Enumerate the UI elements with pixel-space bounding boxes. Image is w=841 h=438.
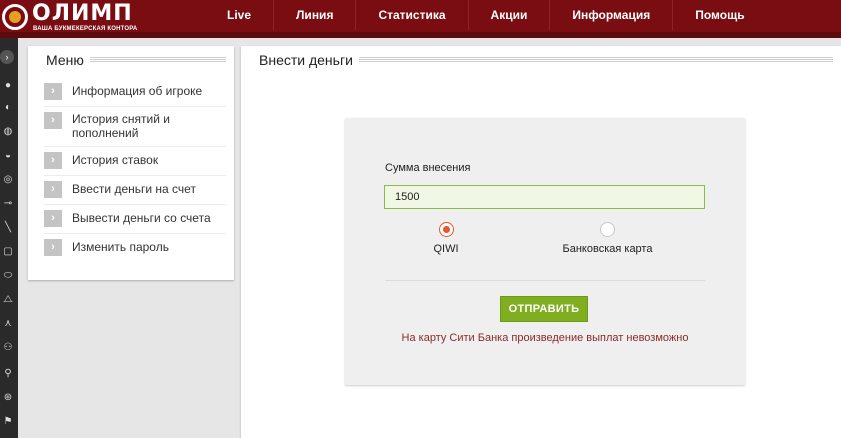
menu-item-deposit[interactable]: › Ввести деньги на счет — [44, 176, 226, 205]
payment-method-label: Банковская карта — [562, 243, 653, 255]
deposit-header: Внести деньги — [241, 46, 841, 74]
sport-sidebar: › ● ◐ ◍ ◒ ◎ ⊸ ╲ ▢ ⬭ ⧍ ⋏ ⚇ ⚲ ⊛ ⚑ — [0, 38, 18, 438]
payment-method-qiwi[interactable]: QIWI — [431, 222, 461, 255]
menu-item-label: Изменить пароль — [72, 240, 169, 254]
header-strip — [0, 32, 841, 38]
hockey-icon[interactable]: ◎ — [1, 172, 15, 186]
chevron-right-icon: › — [44, 83, 62, 100]
nav-promotions[interactable]: Акции — [467, 0, 550, 30]
rugby-icon[interactable]: ⬭ — [1, 268, 15, 282]
football-icon[interactable]: ● — [1, 78, 15, 92]
nav-line[interactable]: Линия — [273, 0, 355, 30]
deposit-form: Сумма внесения QIWI Банковская карта ОТП… — [345, 118, 745, 385]
deposit-panel: Внести деньги Сумма внесения QIWI Банков… — [241, 46, 841, 438]
tennis-icon[interactable]: ◍ — [1, 124, 15, 138]
menu-item-label: Вывести деньги со счета — [72, 211, 211, 225]
menu-item-withdraw[interactable]: › Вывести деньги со счета — [44, 205, 226, 234]
nav-help[interactable]: Помощь — [672, 0, 766, 30]
nav-statistics[interactable]: Статистика — [355, 0, 467, 30]
menu-header: Меню — [28, 46, 234, 74]
basketball-icon[interactable]: ◐ — [1, 100, 15, 114]
amount-label: Сумма внесения — [385, 162, 471, 174]
running-icon[interactable]: ⚲ — [1, 366, 15, 380]
menu-item-transaction-history[interactable]: › История снятий и пополнений — [44, 107, 226, 147]
nav-information[interactable]: Информация — [549, 0, 672, 30]
menu-item-change-password[interactable]: › Изменить пароль — [44, 234, 226, 262]
payout-notice: На карту Сити Банка произведение выплат … — [401, 332, 689, 344]
chevron-right-icon: › — [44, 239, 62, 256]
chevron-right-icon[interactable]: › — [0, 50, 14, 64]
main-nav: Live Линия Статистика Акции Информация П… — [205, 0, 767, 30]
chevron-right-icon: › — [44, 181, 62, 198]
payment-method-bank-card[interactable]: Банковская карта — [555, 222, 660, 255]
title-divider — [358, 57, 833, 63]
nav-live[interactable]: Live — [205, 0, 273, 30]
menu-item-label: История ставок — [72, 153, 159, 167]
olimp-logo-icon — [2, 4, 28, 30]
amount-input[interactable] — [384, 185, 705, 209]
menu-item-label: История снятий и пополнений — [72, 112, 170, 140]
menu-list: › Информация об игроке › История снятий … — [44, 78, 226, 262]
menu-item-label: Ввести деньги на счет — [72, 182, 196, 196]
volleyball-icon[interactable]: ◒ — [1, 148, 15, 162]
boxing-icon[interactable]: ▢ — [1, 244, 15, 258]
logo-text: ОЛИМП — [32, 1, 133, 26]
title-divider — [89, 57, 226, 63]
radio-bank-card[interactable] — [600, 222, 615, 237]
golf-icon[interactable]: ⚑ — [1, 414, 15, 428]
menu-item-label: Информация об игроке — [72, 84, 203, 98]
chevron-right-icon: › — [44, 112, 62, 129]
menu-item-player-info[interactable]: › Информация об игроке — [44, 78, 226, 107]
cycling-icon[interactable]: ⚇ — [1, 340, 15, 354]
submit-button[interactable]: ОТПРАВИТЬ — [500, 296, 588, 322]
menu-item-bet-history[interactable]: › История ставок — [44, 147, 226, 176]
handball-icon[interactable]: ╲ — [1, 220, 15, 234]
baseball-icon[interactable]: ⊸ — [1, 196, 15, 210]
top-header: ОЛИМП ВАША БУКМЕКЕРСКАЯ КОНТОРА Live Лин… — [0, 0, 841, 38]
account-menu-panel: Меню › Информация об игроке › История сн… — [28, 46, 234, 280]
skiing-icon[interactable]: ⋏ — [1, 316, 15, 330]
menu-title: Меню — [28, 52, 90, 68]
billiards-icon[interactable]: ⧍ — [1, 292, 15, 306]
payment-method-label: QIWI — [433, 243, 459, 255]
chevron-right-icon: › — [44, 152, 62, 169]
form-divider — [385, 280, 705, 281]
darts-icon[interactable]: ⊛ — [1, 390, 15, 404]
chevron-right-icon: › — [44, 210, 62, 227]
olimp-logo[interactable]: ОЛИМП ВАША БУКМЕКЕРСКАЯ КОНТОРА — [2, 1, 142, 34]
radio-qiwi[interactable] — [438, 222, 454, 237]
page-title: Внести деньги — [241, 52, 359, 68]
